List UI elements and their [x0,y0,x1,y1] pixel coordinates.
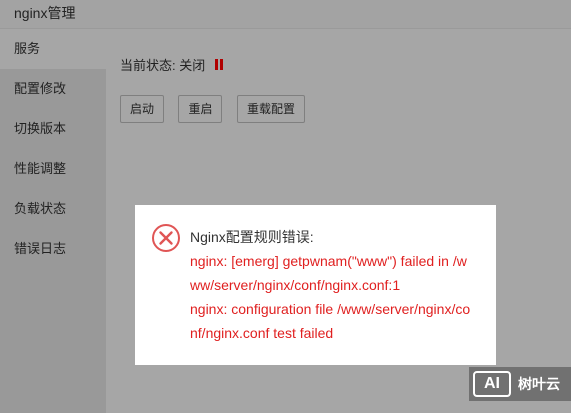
reload-config-button[interactable]: 重载配置 [236,95,305,123]
window-title: nginx管理 [0,0,571,29]
error-line: nginx: [emerg] getpwnam("www") failed in… [190,253,467,293]
error-line: nginx: configuration file /www/server/ng… [190,301,471,341]
status-label: 当前状态: [120,58,176,73]
error-circle-icon [152,224,180,252]
sidebar-item-config-edit[interactable]: 配置修改 [0,69,106,109]
sidebar-item-performance[interactable]: 性能调整 [0,149,106,189]
watermark: AI 树叶云 [469,367,571,401]
action-buttons: 启动 重启 重载配置 [120,95,315,123]
restart-button[interactable]: 重启 [178,95,223,123]
error-dialog: Nginx配置规则错误: nginx: [emerg] getpwnam("ww… [135,205,496,365]
watermark-logo: AI [473,371,511,397]
start-button[interactable]: 启动 [120,95,165,123]
error-title: Nginx配置规则错误: [190,229,314,245]
pause-icon [214,59,224,70]
sidebar-item-load-status[interactable]: 负载状态 [0,189,106,229]
status-row: 当前状态: 关闭 [120,55,224,74]
sidebar-item-service[interactable]: 服务 [0,29,106,69]
sidebar-item-error-log[interactable]: 错误日志 [0,229,106,269]
sidebar: 服务 配置修改 切换版本 性能调整 负载状态 错误日志 [0,29,106,413]
error-message: Nginx配置规则错误: nginx: [emerg] getpwnam("ww… [190,225,476,345]
watermark-text: 树叶云 [518,376,560,392]
sidebar-item-switch-version[interactable]: 切换版本 [0,109,106,149]
status-value: 关闭 [179,58,206,73]
